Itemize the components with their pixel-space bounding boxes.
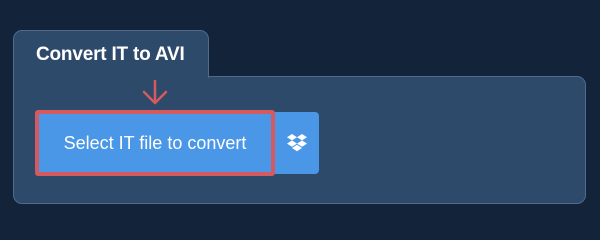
tab-convert[interactable]: Convert IT to AVI [13, 30, 209, 78]
select-file-label: Select IT file to convert [63, 132, 247, 153]
arrow-down-icon [142, 80, 168, 105]
select-file-button[interactable]: Select IT file to convert [35, 110, 275, 176]
upload-button-group: Select IT file to convert [35, 110, 319, 176]
dropbox-icon [287, 134, 307, 152]
converter-widget: Convert IT to AVI Select IT file to conv… [0, 0, 600, 230]
dropbox-button[interactable] [275, 112, 319, 174]
tab-joint [14, 74, 208, 80]
tab-title: Convert IT to AVI [36, 44, 185, 65]
